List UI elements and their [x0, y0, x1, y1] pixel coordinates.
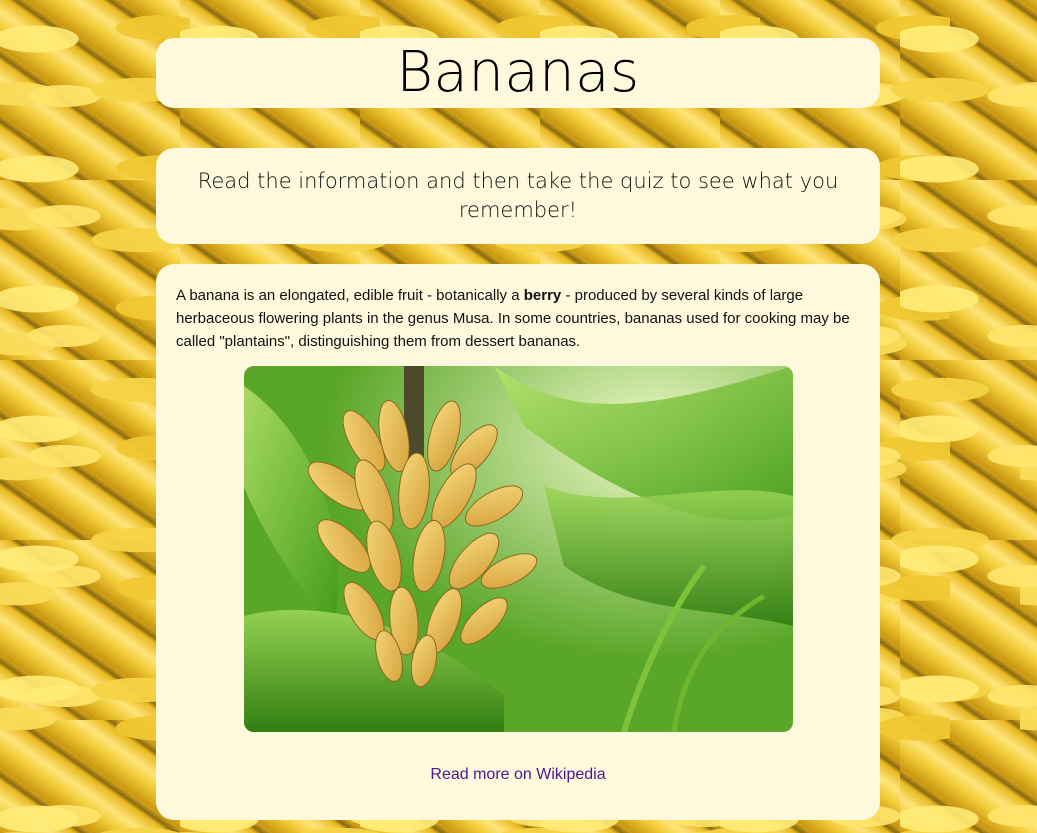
banana-plant-image [244, 366, 793, 732]
intro-text: Read the information and then take the q… [197, 169, 839, 222]
content-card: A banana is an elongated, edible fruit -… [156, 264, 880, 820]
description-text-start: A banana is an elongated, edible fruit -… [176, 287, 524, 304]
intro-card: Read the information and then take the q… [156, 148, 880, 244]
title-card: Bananas [156, 38, 880, 108]
banana-bunch-photo-icon [244, 366, 793, 732]
banana-description: A banana is an elongated, edible fruit -… [176, 284, 860, 353]
wikipedia-link[interactable]: Read more on Wikipedia [156, 766, 880, 784]
description-bold-word: berry [523, 287, 562, 304]
page-title: Bananas [396, 40, 640, 105]
